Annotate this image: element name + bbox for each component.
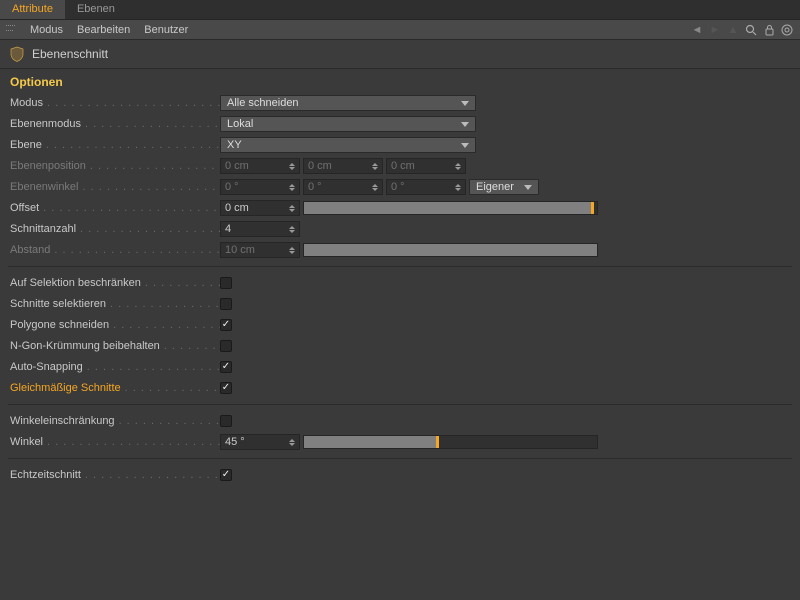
target-icon[interactable] bbox=[780, 23, 794, 37]
top-tabs: Attribute Ebenen bbox=[0, 0, 800, 20]
field-pos-z[interactable]: 0 cm bbox=[386, 158, 466, 174]
label-schnitteselektieren: Schnitte selektieren bbox=[10, 298, 220, 310]
menu-bar: Modus Bearbeiten Benutzer ◄ ► ▲ bbox=[0, 20, 800, 40]
field-ang-z[interactable]: 0 ° bbox=[386, 179, 466, 195]
forward-arrow-icon[interactable]: ► bbox=[708, 23, 722, 37]
toolbar-right: ◄ ► ▲ bbox=[690, 23, 794, 37]
label-ebenenmodus: Ebenenmodus bbox=[10, 118, 220, 130]
slider-offset[interactable] bbox=[303, 201, 598, 215]
chevron-down-icon bbox=[461, 143, 469, 148]
menu-modus[interactable]: Modus bbox=[30, 24, 63, 36]
slider-winkel[interactable] bbox=[303, 435, 598, 449]
menu-benutzer[interactable]: Benutzer bbox=[144, 24, 188, 36]
checkbox-echtzeitschnitt[interactable] bbox=[220, 469, 232, 481]
field-ang-y[interactable]: 0 ° bbox=[303, 179, 383, 195]
label-autosnapping: Auto-Snapping bbox=[10, 361, 220, 373]
back-arrow-icon[interactable]: ◄ bbox=[690, 23, 704, 37]
chevron-down-icon bbox=[461, 101, 469, 106]
label-aufselektion: Auf Selektion beschränken bbox=[10, 277, 220, 289]
label-polygoneschneiden: Polygone schneiden bbox=[10, 319, 220, 331]
checkbox-schnitteselektieren[interactable] bbox=[220, 298, 232, 310]
field-offset[interactable]: 0 cm bbox=[220, 200, 300, 216]
checkbox-polygoneschneiden[interactable] bbox=[220, 319, 232, 331]
dropdown-ebene[interactable]: XY bbox=[220, 137, 476, 153]
divider bbox=[8, 266, 792, 267]
chevron-down-icon bbox=[524, 185, 532, 190]
label-winkel: Winkel bbox=[10, 436, 220, 448]
field-ang-x[interactable]: 0 ° bbox=[220, 179, 300, 195]
field-winkel[interactable]: 45 ° bbox=[220, 434, 300, 450]
field-schnittanzahl[interactable]: 4 bbox=[220, 221, 300, 237]
up-icon[interactable]: ▲ bbox=[726, 23, 740, 37]
label-offset: Offset bbox=[10, 202, 220, 214]
label-gleichmaessige: Gleichmäßige Schnitte bbox=[10, 382, 220, 394]
label-winkeleinschraenkung: Winkeleinschränkung bbox=[10, 415, 220, 427]
lock-icon[interactable] bbox=[762, 23, 776, 37]
label-echtzeitschnitt: Echtzeitschnitt bbox=[10, 469, 220, 481]
section-optionen: Optionen bbox=[0, 69, 800, 93]
tab-ebenen[interactable]: Ebenen bbox=[65, 0, 127, 19]
dropdown-eigener[interactable]: Eigener bbox=[469, 179, 539, 195]
checkbox-winkeleinschraenkung[interactable] bbox=[220, 415, 232, 427]
label-ngon: N-Gon-Krümmung beibehalten bbox=[10, 340, 220, 352]
field-pos-y[interactable]: 0 cm bbox=[303, 158, 383, 174]
dropdown-ebenenmodus[interactable]: Lokal bbox=[220, 116, 476, 132]
grip-icon[interactable] bbox=[6, 25, 16, 35]
field-pos-x[interactable]: 0 cm bbox=[220, 158, 300, 174]
search-icon[interactable] bbox=[744, 23, 758, 37]
dropdown-modus[interactable]: Alle schneiden bbox=[220, 95, 476, 111]
checkbox-ngon[interactable] bbox=[220, 340, 232, 352]
label-modus: Modus bbox=[10, 97, 220, 109]
label-schnittanzahl: Schnittanzahl bbox=[10, 223, 220, 235]
label-ebenenposition: Ebenenposition bbox=[10, 160, 220, 172]
checkbox-aufselektion[interactable] bbox=[220, 277, 232, 289]
slider-abstand[interactable] bbox=[303, 243, 598, 257]
menu-bearbeiten[interactable]: Bearbeiten bbox=[77, 24, 130, 36]
label-abstand: Abstand bbox=[10, 244, 220, 256]
panel-header: Ebenenschnitt bbox=[0, 40, 800, 69]
field-abstand[interactable]: 10 cm bbox=[220, 242, 300, 258]
checkbox-gleichmaessige[interactable] bbox=[220, 382, 232, 394]
label-ebenenwinkel: Ebenenwinkel bbox=[10, 181, 220, 193]
divider bbox=[8, 458, 792, 459]
shield-icon bbox=[10, 46, 24, 62]
panel-title: Ebenenschnitt bbox=[32, 47, 108, 61]
tab-attribute[interactable]: Attribute bbox=[0, 0, 65, 19]
checkbox-autosnapping[interactable] bbox=[220, 361, 232, 373]
chevron-down-icon bbox=[461, 122, 469, 127]
label-ebene: Ebene bbox=[10, 139, 220, 151]
divider bbox=[8, 404, 792, 405]
